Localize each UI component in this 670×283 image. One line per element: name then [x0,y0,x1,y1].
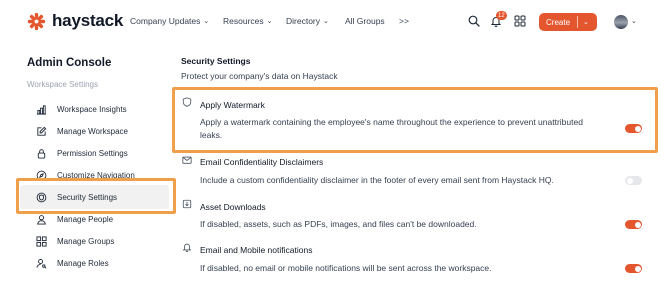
notification-count-badge: 12 [496,11,507,20]
nav-label: Directory [286,16,321,26]
nav-more-button[interactable]: >> [399,16,409,26]
lock-icon [37,148,46,159]
setting-desc-asset-downloads: If disabled, assets, such as PDFs, image… [200,219,477,229]
nav-directory[interactable]: Directory ⌄ [286,16,329,26]
workspace-settings-label: Workspace Settings [27,80,98,89]
chevron-down-icon[interactable]: ⌄ [631,17,637,25]
top-bar: haystack Company Updates ⌄ Resources ⌄ D… [0,0,670,42]
sidebar-item-label: Permission Settings [57,148,128,158]
setting-desc-notifications: If disabled, no email or mobile notifica… [200,263,492,273]
sidebar-item-label: Workspace Insights [57,104,127,114]
toggle-knob [634,265,641,272]
toggle-knob [626,177,633,184]
sidebar-item-manage-roles[interactable]: Manage Roles [36,255,109,271]
apps-button[interactable] [513,14,527,28]
mail-icon [182,156,192,164]
search-button[interactable] [467,14,481,28]
sidebar-item-label: Manage Roles [57,258,109,268]
setting-title-email-disclaimers: Email Confidentiality Disclaimers [200,157,324,167]
search-icon [468,15,480,27]
setting-desc-email-disclaimers: Include a custom confidentiality disclai… [200,175,554,185]
apps-grid-icon [514,15,526,27]
chevron-down-icon: ⌄ [203,18,210,25]
email-disclaimers-toggle[interactable] [625,176,642,185]
page-subtitle: Protect your company's data on Haystack [181,71,338,81]
sidebar-item-label: Manage Workspace [57,126,128,136]
chevron-down-icon: ⌄ [266,18,273,25]
chevron-down-icon: ⌄ [323,18,329,25]
highlight-security-settings [16,178,176,214]
sidebar-item-label: Manage People [57,214,114,224]
grid-icon [36,235,47,247]
setting-title-notifications: Email and Mobile notifications [200,245,313,255]
admin-console-title: Admin Console [27,57,112,69]
brand-name: haystack [52,11,124,30]
nav-all-groups[interactable]: All Groups [345,16,385,26]
chevron-down-icon[interactable]: ⌄ [578,18,589,26]
sidebar-item-workspace-insights[interactable]: Workspace Insights [36,101,127,117]
nav-resources[interactable]: Resources ⌄ [223,16,273,26]
avatar[interactable] [614,15,628,29]
nav-label: All Groups [345,16,385,26]
sidebar-item-manage-workspace[interactable]: Manage Workspace [36,123,128,139]
sidebar-item-permission-settings[interactable]: Permission Settings [36,145,128,161]
setting-title-asset-downloads: Asset Downloads [200,202,266,212]
person-icon [37,214,46,225]
create-label: Create [546,17,571,27]
download-icon [182,199,192,209]
bell-icon [182,243,192,252]
nav-label: Resources [223,16,264,26]
sidebar-item-label: Manage Groups [57,236,115,246]
edit-icon [37,126,47,136]
user-key-icon [36,258,47,269]
sidebar-item-manage-groups[interactable]: Manage Groups [36,233,114,249]
notifications-toggle[interactable] [625,264,642,273]
asset-downloads-toggle[interactable] [625,220,642,229]
nav-label: Company Updates [130,16,201,26]
page-title: Security Settings [181,56,251,66]
haystack-logo-icon [27,12,46,30]
toggle-knob [634,221,641,228]
bar-chart-icon [36,104,47,115]
nav-company-updates[interactable]: Company Updates ⌄ [130,16,209,26]
app-page: haystack Company Updates ⌄ Resources ⌄ D… [0,0,670,283]
highlight-apply-watermark [172,87,658,153]
create-button[interactable]: Create ⌄ [539,13,597,31]
nav-more-label: >> [399,16,409,26]
logo[interactable]: haystack [27,11,123,31]
